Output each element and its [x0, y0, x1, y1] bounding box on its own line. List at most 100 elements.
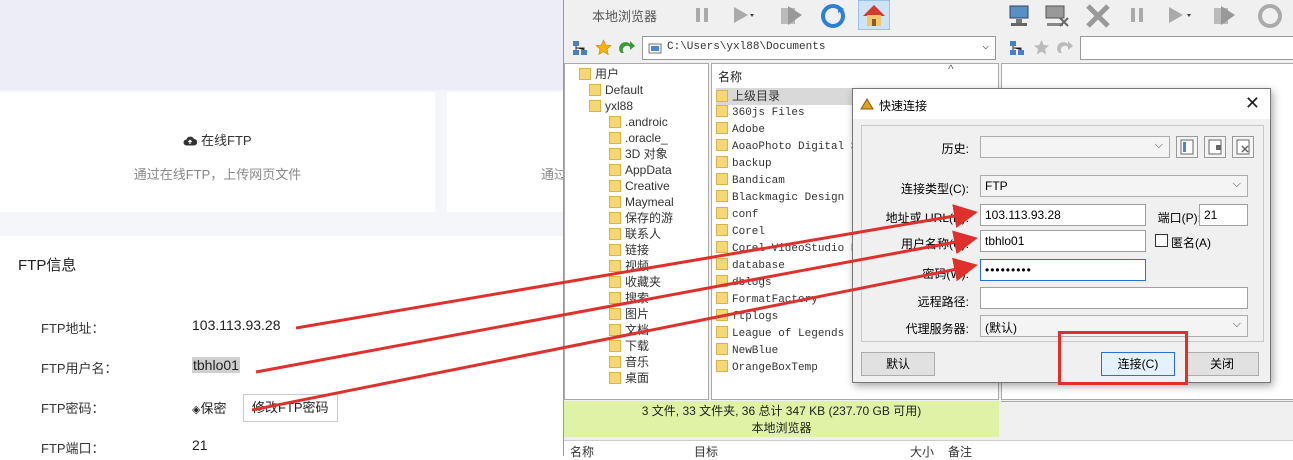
file-item-label: conf — [732, 209, 759, 221]
file-item[interactable]: 360js Files — [716, 105, 805, 122]
file-item[interactable]: Corel — [716, 224, 765, 241]
online-ftp-desc: 通过在线FTP，上传网页文件 — [133, 167, 302, 182]
tree-item-label: 收藏夹 — [625, 275, 662, 289]
file-item-label: dblogs — [732, 277, 772, 289]
remote-pause-icon[interactable] — [1127, 5, 1147, 25]
connection-type-select[interactable]: FTP ⌵ — [980, 175, 1248, 197]
file-item[interactable]: ftplogs — [716, 309, 778, 326]
tree-item[interactable]: 用户 — [579, 66, 619, 82]
disconnect-icon[interactable] — [1043, 3, 1071, 29]
star-icon[interactable] — [595, 39, 612, 56]
file-item[interactable]: AoaoPhoto Digital St — [716, 139, 864, 156]
file-item[interactable]: OrangeBoxTemp — [716, 360, 818, 377]
file-item[interactable]: NewBlue — [716, 343, 778, 360]
file-item[interactable]: Corel VideoStudio Pr — [716, 241, 864, 258]
folder-icon — [609, 276, 621, 288]
tree-item[interactable]: 搜索 — [609, 290, 649, 306]
history-delete-icon[interactable] — [1232, 136, 1254, 158]
file-item[interactable]: League of Legends — [716, 326, 844, 343]
history-add-icon[interactable] — [1176, 136, 1198, 158]
tree-item-label: .androic — [625, 115, 668, 129]
remote-path-field[interactable] — [980, 287, 1248, 309]
connection-type-label: 连接类型(C): — [901, 182, 969, 196]
folder-icon — [609, 244, 621, 256]
queue-col-note[interactable]: 备注 — [948, 443, 972, 460]
remote-play-icon[interactable] — [1165, 5, 1193, 25]
queue-col-size[interactable]: 大小 — [910, 443, 934, 460]
dialog-close-icon[interactable]: ✕ — [1245, 93, 1260, 114]
tree-item[interactable]: AppData — [609, 162, 672, 178]
password-input[interactable]: ••••••••• — [980, 259, 1146, 281]
tree-item[interactable]: 桌面 — [609, 370, 649, 386]
change-ftp-password-button[interactable]: 修改FTP密码 — [243, 394, 338, 422]
history-select[interactable]: ⌵ — [980, 136, 1170, 158]
sort-up-icon: ^ — [948, 63, 954, 76]
file-item[interactable]: backup — [716, 156, 772, 173]
tree-item[interactable]: Creative — [609, 178, 670, 194]
remote-up-icon[interactable] — [1056, 39, 1074, 56]
anonymous-checkbox[interactable] — [1155, 234, 1168, 247]
history-save-icon[interactable] — [1204, 136, 1226, 158]
dialog-titlebar[interactable]: 快速连接 ✕ — [853, 89, 1270, 119]
stop-icon[interactable] — [1085, 3, 1111, 29]
address-input[interactable]: 103.113.93.28 — [980, 204, 1146, 226]
tree-item[interactable]: 下载 — [609, 338, 649, 354]
remote-network-icon[interactable] — [1009, 40, 1025, 56]
tree-item[interactable]: 音乐 — [609, 354, 649, 370]
tree-item[interactable]: Default — [589, 82, 643, 98]
ftp-port-label: FTP端口： — [41, 441, 105, 456]
tree-item[interactable]: 图片 — [609, 306, 649, 322]
file-item[interactable]: conf — [716, 207, 758, 224]
default-button[interactable]: 默认 — [861, 352, 935, 376]
file-item[interactable]: FormatFactory — [716, 292, 818, 309]
queue-col-target[interactable]: 目标 — [694, 443, 718, 460]
files-name-header[interactable]: 名称 — [718, 68, 742, 85]
connect-icon[interactable] — [1007, 3, 1035, 29]
tree-item[interactable]: Maymeal — [609, 194, 674, 210]
network-tree-icon[interactable] — [572, 40, 588, 56]
up-folder-icon[interactable] — [618, 39, 636, 56]
local-path-text: C:\Users\yxl88\Documents — [667, 41, 826, 53]
file-item-label: Corel VideoStudio Pr — [732, 243, 865, 255]
dialog-title: 快速连接 — [879, 99, 928, 113]
tree-item[interactable]: 3D 对象 — [609, 146, 668, 162]
local-toolbar: 本地浏览器 — [564, 0, 999, 32]
local-path-input[interactable]: C:\Users\yxl88\Documents ⌵ — [642, 36, 996, 60]
remote-star-icon[interactable] — [1033, 39, 1050, 56]
file-item[interactable]: Blackmagic Design — [716, 190, 844, 207]
folder-icon — [609, 324, 621, 336]
tree-item[interactable]: yxl88 — [589, 98, 633, 114]
remote-path-input[interactable] — [1080, 36, 1293, 60]
tree-item[interactable]: 联系人 — [609, 226, 661, 242]
home-icon[interactable] — [858, 0, 890, 30]
folder-icon — [609, 340, 621, 352]
username-input[interactable]: tbhlo01 — [980, 230, 1146, 252]
pause-icon[interactable] — [692, 5, 712, 25]
tree-item[interactable]: .oracle_ — [609, 130, 668, 146]
port-input[interactable]: 21 — [1199, 204, 1248, 226]
tree-item[interactable]: 保存的游 — [609, 210, 673, 226]
tree-item[interactable]: 视频 — [609, 258, 649, 274]
tree-item-label: 联系人 — [625, 227, 662, 241]
ftp-port-value: 21 — [192, 437, 208, 453]
remote-refresh-icon[interactable] — [1255, 3, 1285, 29]
close-button[interactable]: 关闭 — [1185, 352, 1259, 376]
tree-item[interactable]: .androic — [609, 114, 668, 130]
tree-item[interactable]: 文档 — [609, 322, 649, 338]
file-item-label: NewBlue — [732, 345, 779, 357]
refresh-disabled-icon[interactable] — [778, 3, 806, 29]
folder-icon — [716, 122, 728, 134]
second-card[interactable]: 通过 — [447, 92, 570, 212]
online-ftp-card[interactable]: 在线FTP 通过在线FTP，上传网页文件 — [0, 92, 435, 212]
play-icon[interactable] — [730, 5, 754, 25]
file-item[interactable]: database — [716, 258, 785, 275]
refresh-icon[interactable] — [820, 3, 846, 29]
path-dropdown-icon[interactable]: ⌵ — [982, 39, 989, 53]
queue-col-name[interactable]: 名称 — [570, 443, 594, 460]
remote-transfer-icon[interactable] — [1211, 3, 1239, 29]
file-item[interactable]: Bandicam — [716, 173, 785, 190]
file-item[interactable]: Adobe — [716, 122, 765, 139]
tree-item[interactable]: 链接 — [609, 242, 649, 258]
file-item[interactable]: dblogs — [716, 275, 772, 292]
tree-item[interactable]: 收藏夹 — [609, 274, 661, 290]
